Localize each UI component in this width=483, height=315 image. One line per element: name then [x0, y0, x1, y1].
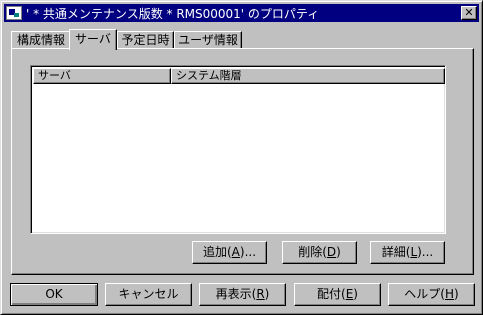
button-mnemonic: H [444, 287, 455, 301]
button-label: 詳細( [381, 245, 411, 259]
button-label: OK [45, 287, 63, 301]
button-suffix: )... [239, 245, 257, 259]
window-title: ' * 共通メンテナンス版数 * RMS00001' のプロパティ [26, 6, 320, 21]
help-button[interactable]: ヘルプ(H) [388, 283, 475, 306]
button-label: 削除( [298, 245, 327, 259]
delete-button[interactable]: 削除(D) [282, 241, 357, 264]
cancel-button[interactable]: キャンセル [105, 283, 192, 306]
tab-label: ユーザ情報 [178, 33, 238, 47]
properties-dialog: ' * 共通メンテナンス版数 * RMS00001' のプロパティ ✕ 構成情報… [0, 0, 483, 315]
button-mnemonic: D [326, 245, 337, 259]
details-button[interactable]: 詳細(L)... [370, 241, 445, 264]
button-mnemonic: R [256, 287, 265, 301]
button-label: 再表示( [215, 287, 257, 301]
tab-server[interactable]: サーバ [69, 29, 117, 50]
server-list[interactable]: サーバ システム階層 [30, 65, 446, 234]
tab-label: 構成情報 [16, 33, 65, 47]
add-button[interactable]: 追加(A)... [192, 241, 267, 264]
refresh-button[interactable]: 再表示(R) [199, 283, 286, 306]
tab-label: サーバ [75, 32, 111, 46]
app-icon [6, 6, 22, 20]
column-header-server[interactable]: サーバ [33, 68, 171, 84]
column-label: システム階層 [176, 69, 242, 82]
button-suffix: )... [417, 245, 434, 259]
ok-button[interactable]: OK [10, 283, 98, 306]
list-header: サーバ システム階層 [33, 68, 445, 84]
button-suffix: ) [353, 287, 358, 301]
button-label: キャンセル [118, 287, 179, 301]
close-button[interactable]: ✕ [461, 6, 477, 20]
tab-config-info[interactable]: 構成情報 [11, 31, 71, 48]
server-tab-panel: サーバ システム階層 追加(A)... 削除(D) 詳細(L)... [11, 48, 474, 275]
title-bar[interactable]: ' * 共通メンテナンス版数 * RMS00001' のプロパティ ✕ [4, 4, 479, 22]
button-label: 配付( [317, 287, 346, 301]
close-icon: ✕ [464, 6, 474, 19]
tab-label: 予定日時 [121, 33, 170, 47]
button-mnemonic: A [231, 245, 240, 259]
column-label: サーバ [38, 69, 71, 82]
button-label: 追加( [202, 245, 232, 259]
button-suffix: ) [336, 245, 341, 259]
column-header-system-hierarchy[interactable]: システム階層 [171, 68, 445, 84]
button-suffix: ) [454, 287, 459, 301]
button-suffix: ) [264, 287, 270, 301]
tab-user-info[interactable]: ユーザ情報 [174, 31, 242, 48]
button-label: ヘルプ( [404, 287, 445, 301]
distribute-button[interactable]: 配付(E) [294, 283, 381, 306]
tab-schedule[interactable]: 予定日時 [117, 31, 174, 48]
